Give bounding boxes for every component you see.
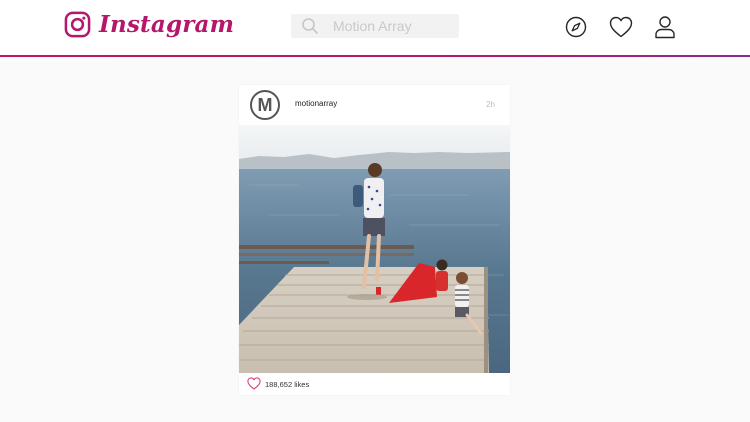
app-name: Instagram [99,11,235,38]
post-username[interactable]: motionarray [295,99,337,108]
search-bar[interactable] [291,14,459,38]
post-card: M motionarray 2h 188,652 likes [239,85,510,395]
search-icon [302,18,318,34]
header-divider [0,55,750,57]
post-footer: 188,652 likes [239,373,510,395]
search-input[interactable] [333,16,453,36]
instagram-camera-icon [64,11,91,38]
profile-icon[interactable] [654,15,676,39]
post-photo-image [239,125,510,373]
avatar[interactable]: M [250,90,280,120]
likes-count: 188,652 likes [265,380,310,389]
post-header: M motionarray 2h [239,85,510,125]
post-photo[interactable] [239,125,510,373]
heart-outline-icon[interactable] [247,377,261,390]
avatar-letter: M [257,95,273,115]
post-timestamp: 2h [486,100,495,109]
heart-icon[interactable] [609,16,633,38]
top-navigation-bar: Instagram [0,0,750,56]
instagram-logo[interactable]: Instagram [64,11,234,38]
compass-icon[interactable] [565,16,587,38]
